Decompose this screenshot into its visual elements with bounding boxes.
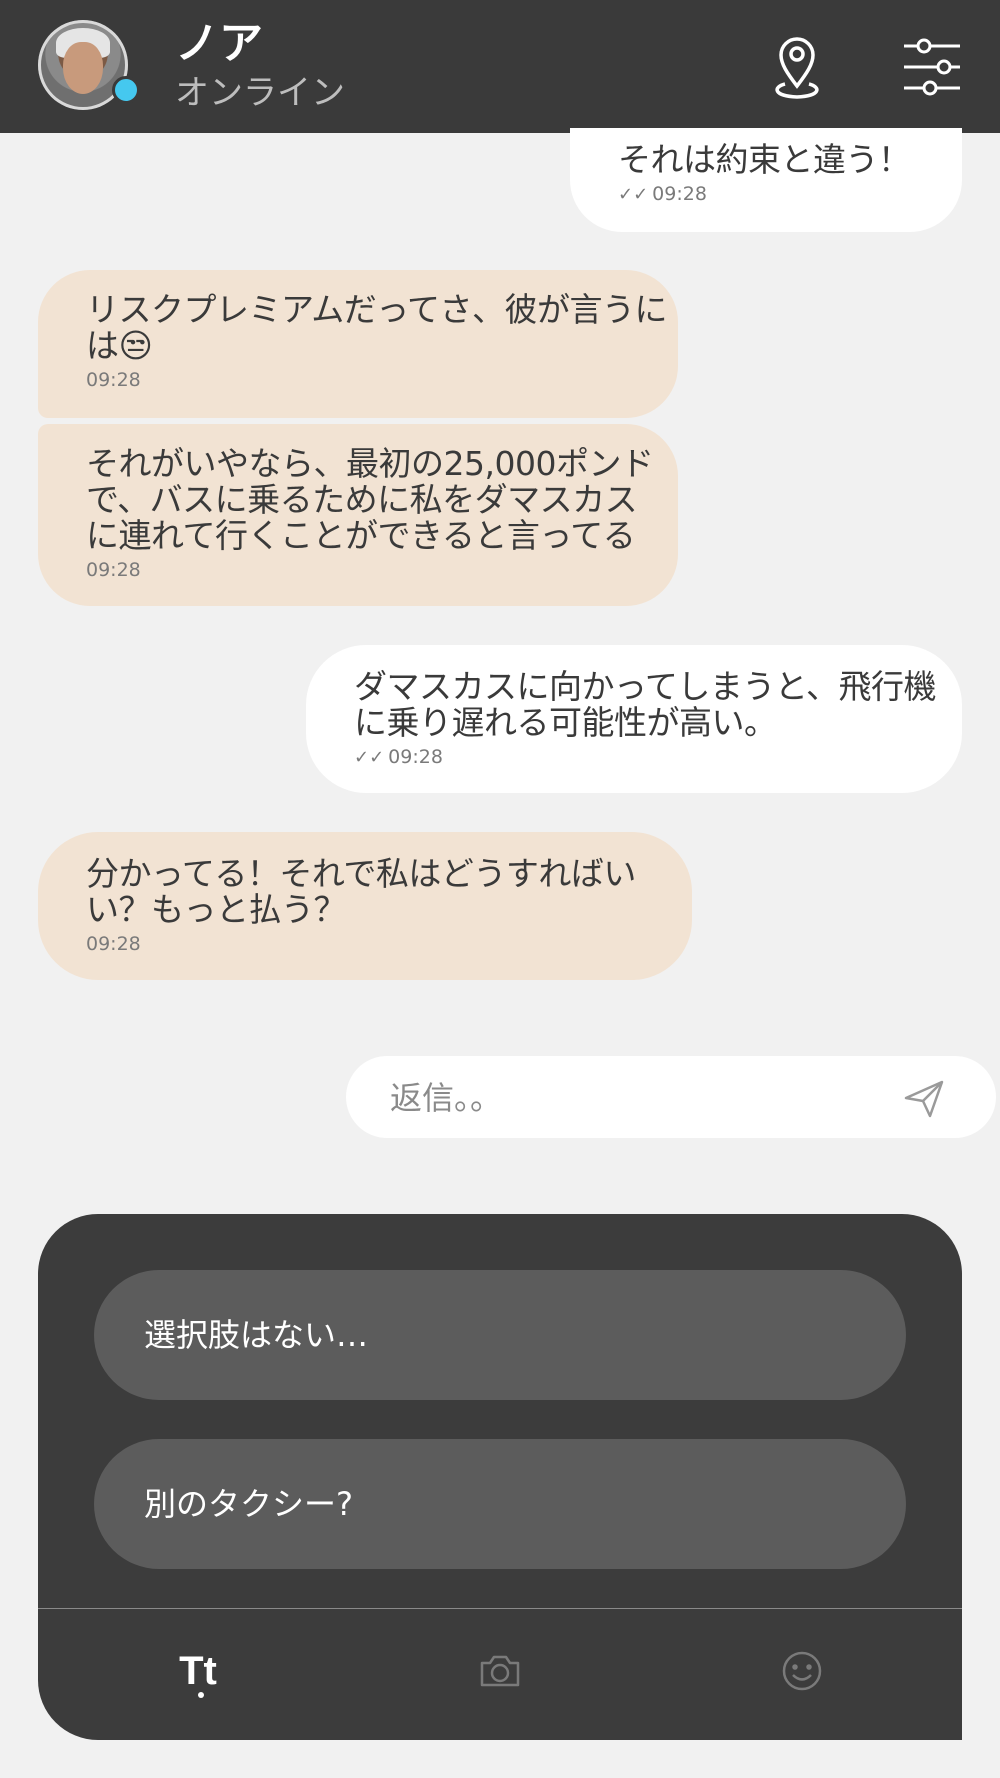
message-time: 09:28 — [652, 183, 707, 205]
message-outgoing: それは約束と違う！ ✓✓ 09:28 — [570, 128, 962, 232]
smiley-icon[interactable] — [762, 1626, 842, 1716]
read-ticks-icon: ✓✓ — [618, 184, 649, 205]
message-outgoing: ダマスカスに向かってしまうと、飛行機 に乗り遅れる可能性が高い。 ✓✓ 09:28 — [306, 645, 962, 793]
message-text-line: リスクプレミアムだってさ、彼が言うに — [86, 290, 668, 329]
message-meta: ✓✓ 09:28 — [354, 745, 962, 770]
message-text-line: それがいやなら、最初の25,000ポンド — [86, 444, 654, 483]
contact-name: ノア — [175, 18, 263, 69]
choice-panel: 選択肢はない… 別のタクシー? Tt — [38, 1214, 962, 1740]
contact-status: オンライン — [175, 73, 345, 113]
avatar-face — [63, 42, 103, 94]
message-meta: ✓✓ 09:28 — [618, 182, 962, 207]
message-text-line: に連れて行くことができると言ってる — [86, 516, 636, 555]
send-icon[interactable] — [902, 1076, 946, 1120]
message-text-line: い？もっと払う？ — [86, 890, 347, 929]
text-tab-label: Tt — [179, 1648, 217, 1693]
message-text-line: で、バスに乗るために私をダマスカス — [86, 480, 638, 519]
sliders-icon[interactable] — [900, 32, 964, 102]
online-indicator — [112, 76, 140, 104]
reply-input[interactable] — [388, 1071, 872, 1125]
active-tab-indicator — [198, 1692, 204, 1698]
message-text-line: 分かってる！それで私はどうすればい — [86, 854, 636, 893]
message-incoming: 分かってる！それで私はどうすればい い？もっと払う？ 09:28 — [38, 832, 692, 980]
message-time: 09:28 — [86, 933, 141, 955]
chat-header: ノア オンライン — [0, 0, 1000, 133]
camera-icon[interactable] — [460, 1626, 540, 1716]
tab-text[interactable]: Tt — [158, 1626, 238, 1716]
message-incoming: それがいやなら、最初の25,000ポンド で、バスに乗るために私をダマスカス に… — [38, 424, 678, 606]
panel-divider — [38, 1608, 962, 1609]
message-time: 09:28 — [388, 746, 443, 768]
message-text-line: は😒 — [86, 326, 153, 365]
location-pin-icon[interactable] — [765, 32, 829, 102]
message-incoming: リスクプレミアムだってさ、彼が言うに は😒 09:28 — [38, 270, 678, 418]
message-text: それは約束と違う！ — [618, 140, 911, 179]
message-text-line: ダマスカスに向かってしまうと、飛行機 — [354, 667, 937, 706]
choice-option[interactable]: 選択肢はない… — [94, 1270, 906, 1400]
message-time: 09:28 — [86, 369, 141, 391]
reply-box — [346, 1056, 996, 1138]
message-time: 09:28 — [86, 559, 141, 581]
message-text-line: に乗り遅れる可能性が高い。 — [354, 703, 777, 742]
read-ticks-icon: ✓✓ — [354, 747, 385, 768]
choice-option[interactable]: 別のタクシー? — [94, 1439, 906, 1569]
